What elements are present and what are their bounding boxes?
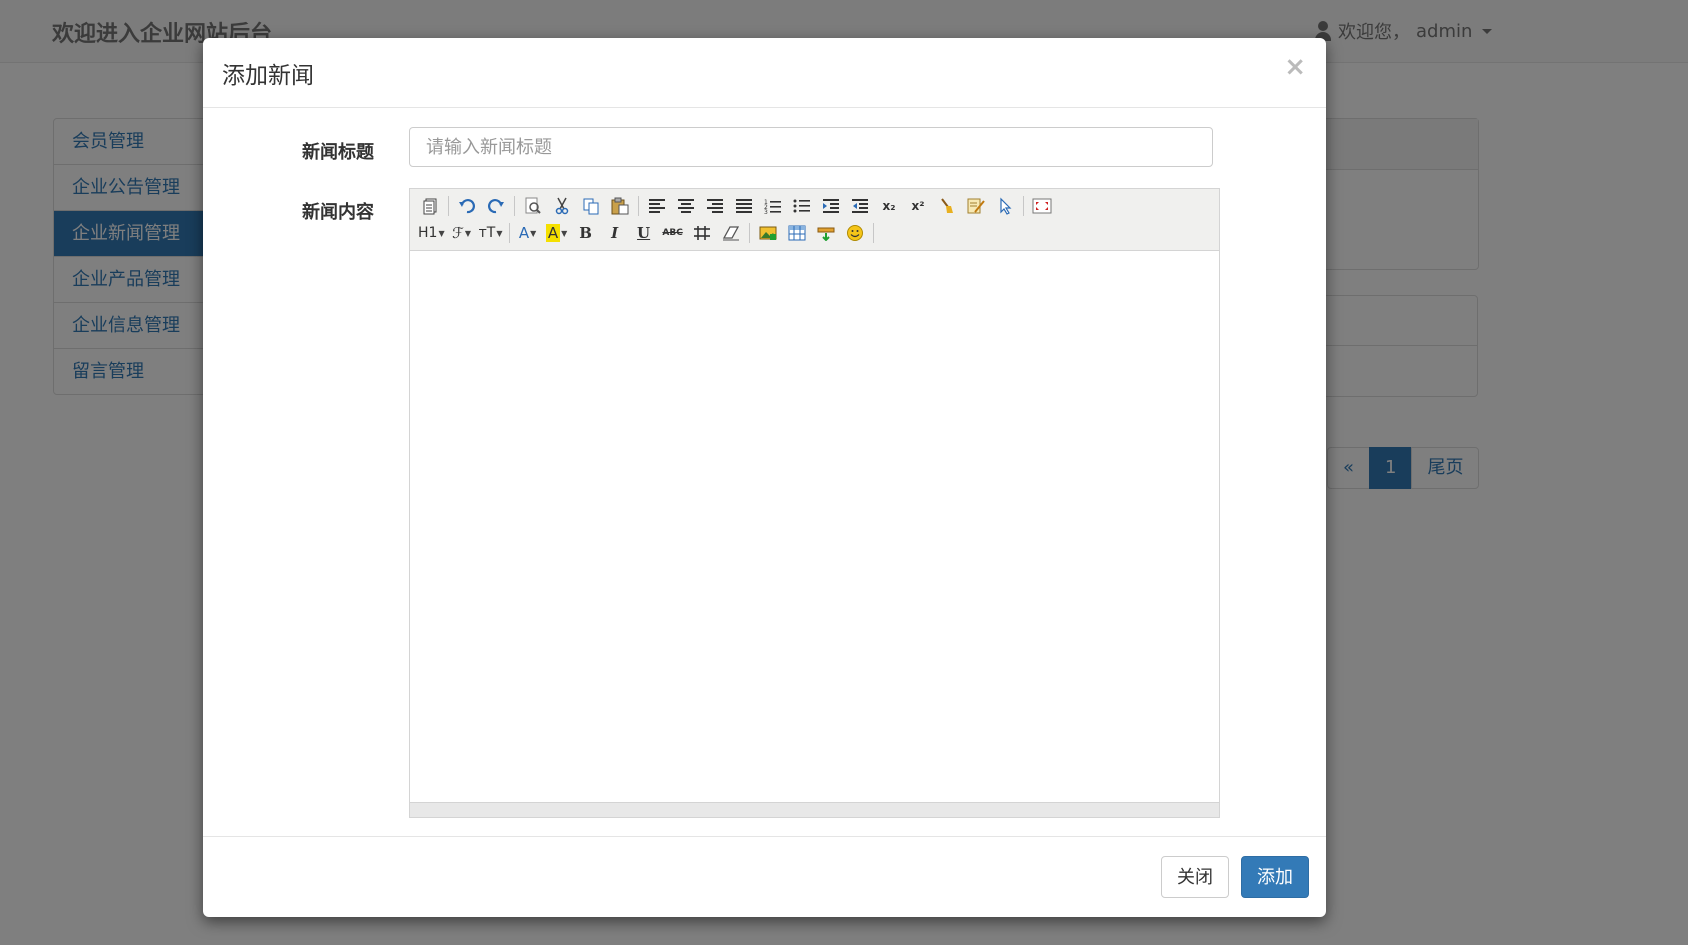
ordered-list-icon[interactable]: 123 [761,194,785,218]
table-icon[interactable] [785,221,809,245]
toolbar-separator [508,223,510,243]
align-justify-icon[interactable] [732,194,756,218]
superscript-icon[interactable]: x² [906,194,930,218]
fullscreen-icon[interactable] [1030,194,1054,218]
font-size-label: тT [478,225,496,241]
remove-format-icon[interactable] [719,221,743,245]
close-button[interactable]: 关闭 [1161,856,1229,898]
paste-icon[interactable] [608,194,632,218]
toolbar-separator [872,223,874,243]
quick-format-icon[interactable] [964,194,988,218]
heading-label: H1 [418,225,438,241]
fore-color-label: A [518,224,530,242]
font-name-icon[interactable]: ℱ ▼ [450,221,474,245]
font-name-label: ℱ [452,224,464,242]
italic-icon[interactable]: I [603,221,627,245]
heading-icon[interactable]: H1 ▼ [418,221,445,245]
clear-html-icon[interactable] [935,194,959,218]
bold-icon[interactable]: B [574,221,598,245]
horizontal-rule-icon[interactable] [814,221,838,245]
hilite-color-label: A [545,224,561,242]
line-height-icon[interactable] [690,221,714,245]
strikethrough-icon[interactable]: ABC [661,221,685,245]
align-right-icon[interactable] [703,194,727,218]
unordered-list-icon[interactable] [790,194,814,218]
close-icon[interactable]: × [1284,52,1306,82]
toolbar-separator [638,196,639,216]
align-center-icon[interactable] [674,194,698,218]
underline-icon[interactable]: U [632,221,656,245]
svg-text:3: 3 [764,209,768,214]
fore-color-icon[interactable]: A ▼ [516,221,540,245]
toolbar-separator [514,196,515,216]
subscript-icon[interactable]: x₂ [877,194,901,218]
rich-text-editor: 123 x₂ x² H1 ▼ ℱ ▼ тT ▼ A ▼ A ▼ B I U AB… [409,188,1220,818]
emoticon-icon[interactable] [843,221,867,245]
modal-title: 添加新闻 [222,63,314,89]
toolbar-separator [748,223,750,243]
editor-content-area[interactable] [410,251,1219,803]
hilite-color-icon[interactable]: A ▼ [545,221,569,245]
editor-toolbar: 123 x₂ x² H1 ▼ ℱ ▼ тT ▼ A ▼ A ▼ B I U AB… [410,189,1219,251]
undo-icon[interactable] [455,194,479,218]
redo-icon[interactable] [484,194,508,218]
modal-header: 添加新闻 × [203,38,1326,108]
image-icon[interactable] [756,221,780,245]
editor-statusbar [410,802,1219,817]
news-title-label: 新闻标题 [302,142,374,163]
add-news-modal: 添加新闻 × 新闻标题 新闻内容 [203,38,1326,917]
select-all-icon[interactable] [993,194,1017,218]
indent-icon[interactable] [819,194,843,218]
outdent-icon[interactable] [848,194,872,218]
toolbar-separator [448,196,449,216]
add-button[interactable]: 添加 [1241,856,1309,898]
modal-footer: 关闭 添加 [203,836,1326,918]
source-icon[interactable] [418,194,442,218]
preview-icon[interactable] [521,194,545,218]
copy-icon[interactable] [579,194,603,218]
align-left-icon[interactable] [645,194,669,218]
news-content-label: 新闻内容 [302,202,374,223]
font-size-icon[interactable]: тT ▼ [479,221,503,245]
cut-icon[interactable] [550,194,574,218]
news-title-input[interactable] [409,127,1213,167]
toolbar-separator [1023,196,1024,216]
